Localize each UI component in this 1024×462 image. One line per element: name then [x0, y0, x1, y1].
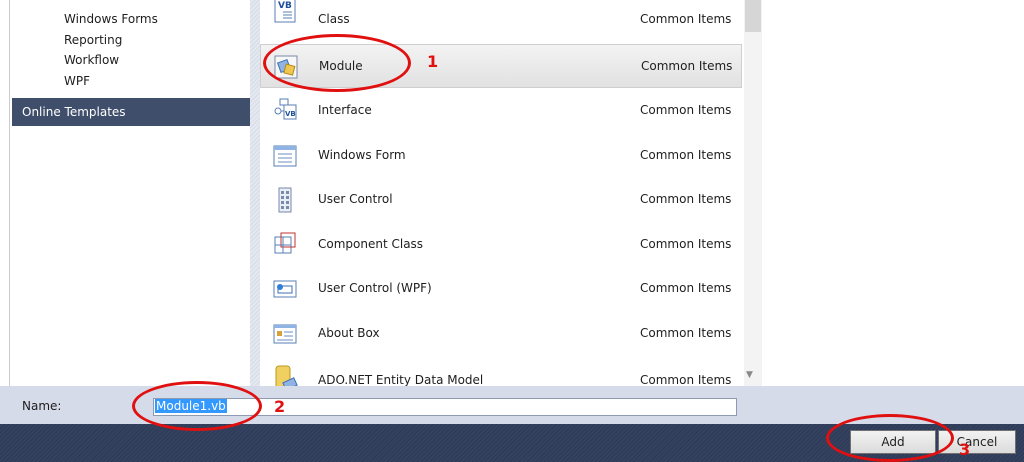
template-name: Component Class	[318, 237, 424, 251]
name-label: Name:	[22, 399, 62, 413]
tree-item-workflow[interactable]: Workflow	[64, 53, 119, 67]
about-box-icon	[272, 320, 298, 348]
template-row-component-class[interactable]: Component Class Common Items	[260, 223, 742, 267]
wpf-user-control-icon	[272, 275, 298, 303]
tree-panel-border	[9, 0, 10, 386]
annotation-number-3: 3	[959, 440, 971, 459]
template-name: User Control	[318, 192, 393, 206]
annotation-circle-name	[132, 381, 262, 431]
template-row-windows-form[interactable]: Windows Form Common Items	[260, 134, 742, 178]
tree-item-reporting[interactable]: Reporting	[64, 33, 122, 47]
template-row-interface[interactable]: VB Interface Common Items	[260, 89, 742, 133]
annotation-number-2: 2	[274, 397, 286, 416]
svg-text:VB: VB	[278, 1, 292, 11]
annotation-circle-add	[826, 414, 954, 462]
template-name: Class	[318, 12, 350, 26]
template-category: Common Items	[640, 237, 732, 251]
annotation-number-1: 1	[427, 52, 439, 71]
template-category: Common Items	[640, 12, 732, 26]
template-list-scrollbar[interactable]	[744, 0, 762, 386]
template-name: About Box	[318, 326, 380, 340]
template-tree-panel	[0, 0, 250, 386]
template-row-entity-data-model[interactable]: ADO.NET Entity Data Model Common Items	[260, 356, 742, 386]
template-name: Windows Form	[318, 148, 406, 162]
tree-item-windows-forms[interactable]: Windows Forms	[64, 12, 158, 26]
annotation-circle-module	[263, 34, 411, 92]
template-row-user-control[interactable]: User Control Common Items	[260, 178, 742, 222]
windows-form-icon	[272, 142, 298, 170]
online-templates-item[interactable]: Online Templates	[12, 98, 250, 126]
template-row-about-box[interactable]: About Box Common Items	[260, 312, 742, 356]
vb-interface-icon: VB	[272, 97, 298, 125]
template-category: Common Items	[641, 59, 733, 73]
chevron-down-icon[interactable]: ▼	[746, 370, 753, 380]
template-category: Common Items	[640, 103, 732, 117]
template-row-user-control-wpf[interactable]: User Control (WPF) Common Items	[260, 267, 742, 311]
template-category: Common Items	[640, 326, 732, 340]
template-category: Common Items	[640, 192, 732, 206]
tree-item-wpf[interactable]: WPF	[64, 74, 90, 88]
template-name: User Control (WPF)	[318, 281, 432, 295]
template-category: Common Items	[640, 281, 732, 295]
template-category: Common Items	[640, 148, 732, 162]
scrollbar-thumb[interactable]	[745, 0, 761, 32]
template-name: Interface	[318, 103, 372, 117]
component-class-icon	[272, 231, 298, 259]
user-control-icon	[272, 186, 298, 214]
vb-class-icon: VB	[272, 0, 298, 23]
panel-splitter[interactable]	[250, 0, 260, 386]
template-description-panel	[762, 0, 1024, 386]
entity-data-model-icon	[272, 364, 298, 386]
template-category: Common Items	[640, 373, 732, 386]
template-name: ADO.NET Entity Data Model	[318, 373, 484, 386]
svg-text:VB: VB	[285, 110, 296, 118]
